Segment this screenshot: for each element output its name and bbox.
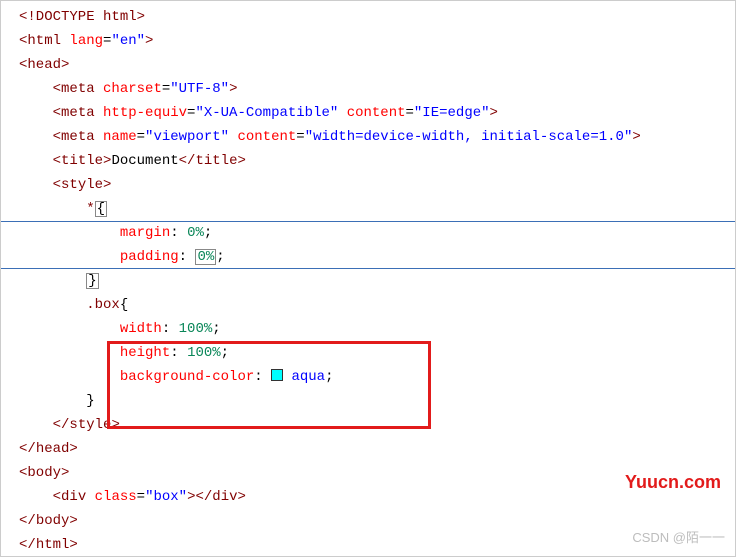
- css-selector: *: [86, 201, 94, 217]
- css-prop: background-color: [120, 369, 254, 385]
- tag-name: html: [27, 33, 61, 49]
- code-line[interactable]: padding: 0%;: [19, 245, 735, 269]
- code-line[interactable]: width: 100%;: [19, 317, 735, 341]
- tag-name: style: [61, 177, 103, 193]
- attr-name: class: [95, 489, 137, 505]
- tag-name: title: [61, 153, 103, 169]
- code-line[interactable]: <title>Document</title>: [19, 149, 735, 173]
- code-line[interactable]: <head>: [19, 53, 735, 77]
- css-value: 100%: [179, 321, 213, 337]
- code-line[interactable]: </html>: [19, 533, 735, 557]
- tag-name: head: [27, 57, 61, 73]
- doctype-tag: <!DOCTYPE html>: [19, 9, 145, 25]
- css-prop: padding: [120, 249, 179, 265]
- code-line[interactable]: <meta charset="UTF-8">: [19, 77, 735, 101]
- code-line[interactable]: </head>: [19, 437, 735, 461]
- attr-name: lang: [69, 33, 103, 49]
- css-value: 0%: [187, 225, 204, 241]
- css-value: 100%: [187, 345, 221, 361]
- code-line[interactable]: <meta http-equiv="X-UA-Compatible" conte…: [19, 101, 735, 125]
- tag-name: body: [36, 513, 70, 529]
- attr-name: content: [237, 129, 296, 145]
- code-line[interactable]: <!DOCTYPE html>: [19, 5, 735, 29]
- code-line[interactable]: }: [19, 269, 735, 293]
- brace-close-matched: }: [86, 273, 98, 289]
- css-prop: margin: [120, 225, 170, 241]
- attr-value: "box": [145, 489, 187, 505]
- code-line[interactable]: </style>: [19, 413, 735, 437]
- css-selector: .box: [86, 297, 120, 313]
- tag-name: title: [195, 153, 237, 169]
- code-line[interactable]: *{: [19, 197, 735, 221]
- tag-name: head: [36, 441, 70, 457]
- tag-name: html: [36, 537, 70, 553]
- attr-name: charset: [103, 81, 162, 97]
- code-line[interactable]: height: 100%;: [19, 341, 735, 365]
- css-value: 0%: [197, 249, 214, 265]
- attr-value: "IE=edge": [414, 105, 490, 121]
- tag-name: div: [212, 489, 237, 505]
- code-line[interactable]: margin: 0%;: [19, 221, 735, 245]
- code-line[interactable]: }: [19, 389, 735, 413]
- tag-name: body: [27, 465, 61, 481]
- attr-name: http-equiv: [103, 105, 187, 121]
- attr-value: "X-UA-Compatible": [195, 105, 338, 121]
- attr-value: "UTF-8": [170, 81, 229, 97]
- code-line[interactable]: </body>: [19, 509, 735, 533]
- brace-open-matched: {: [95, 201, 107, 217]
- watermark-site: Yuucn.com: [625, 470, 721, 494]
- code-line[interactable]: <style>: [19, 173, 735, 197]
- cursor-position: 0%: [195, 249, 216, 265]
- tag-name: div: [61, 489, 86, 505]
- attr-value: "width=device-width, initial-scale=1.0": [305, 129, 633, 145]
- css-prop: height: [120, 345, 170, 361]
- css-value: aqua: [291, 369, 325, 385]
- code-line[interactable]: <html lang="en">: [19, 29, 735, 53]
- code-line[interactable]: <meta name="viewport" content="width=dev…: [19, 125, 735, 149]
- css-prop: width: [120, 321, 162, 337]
- attr-name: content: [347, 105, 406, 121]
- attr-value: "viewport": [145, 129, 229, 145]
- code-line[interactable]: background-color: aqua;: [19, 365, 735, 389]
- code-line[interactable]: .box{: [19, 293, 735, 317]
- color-swatch-icon[interactable]: [271, 369, 283, 381]
- title-text: Document: [111, 153, 178, 169]
- watermark-author: CSDN @陌一一: [632, 526, 725, 550]
- tag-name: style: [69, 417, 111, 433]
- attr-name: name: [103, 129, 137, 145]
- attr-value: "en": [111, 33, 145, 49]
